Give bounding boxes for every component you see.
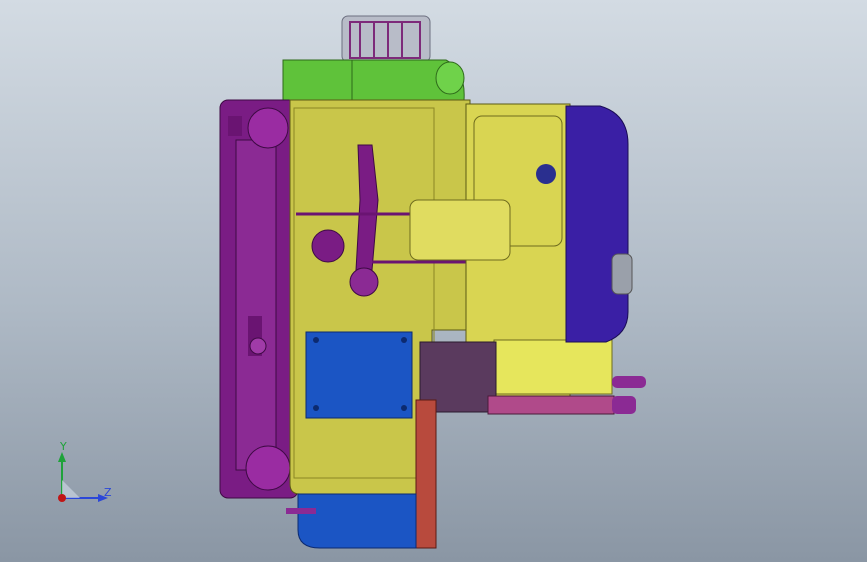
3d-viewport[interactable]: Y Z: [0, 0, 867, 562]
machine-model[interactable]: [0, 0, 867, 562]
left-purple-body: [219, 99, 299, 499]
triad-axes-icon: [58, 452, 108, 502]
blue-bottom-base: [286, 493, 417, 549]
coordinate-triad: Y Z: [40, 440, 120, 520]
triad-y-label: Y: [60, 440, 67, 453]
olive-main-body: [289, 99, 471, 495]
motor-cap: [341, 15, 431, 63]
indigo-motor-housing: [565, 105, 633, 343]
triad-z-label: Z: [104, 486, 112, 499]
blue-panel: [305, 331, 413, 419]
